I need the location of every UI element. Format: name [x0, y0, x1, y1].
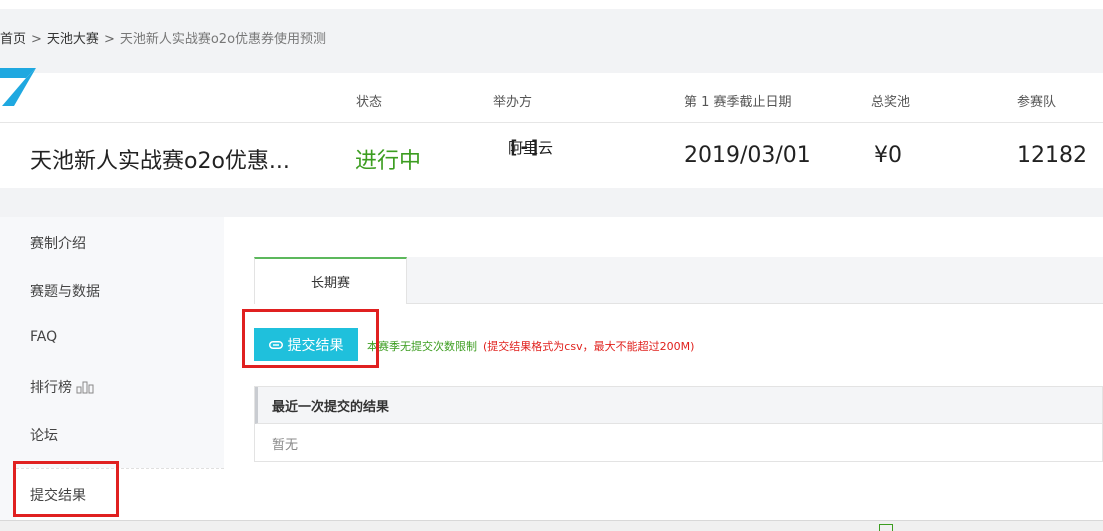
sidebar-item-label: 论坛 [30, 428, 58, 444]
competition-info-panel: 状态 举办方 第 1 赛季截止日期 总奖池 参赛队 天池新人实战赛o2o优惠..… [0, 73, 1103, 188]
sidebar-item-data[interactable]: 赛题与数据 [30, 281, 100, 301]
prize-value: ¥0 [874, 143, 902, 168]
info-header-row: 状态 举办方 第 1 赛季截止日期 总奖池 参赛队 [0, 73, 1103, 123]
status-icon [879, 524, 893, 531]
latest-result-header: 最近一次提交的结果 [255, 387, 1102, 424]
submit-format-note: (提交结果格式为csv，最大不能超过200M) [483, 340, 695, 353]
tab-long-term[interactable]: 长期赛 [254, 257, 407, 304]
status-value: 进行中 [355, 149, 422, 174]
breadcrumb-separator: > [103, 32, 115, 47]
breadcrumb-current: 天池新人实战赛o2o优惠券使用预测 [119, 32, 327, 47]
teams-header: 参赛队 [1017, 95, 1057, 110]
highlight-box-sidebar-submit [13, 461, 119, 517]
latest-result-panel: 最近一次提交的结果 暂无 [254, 386, 1103, 462]
sidebar-item-label: 赛制介绍 [30, 236, 86, 252]
sidebar-item-forum[interactable]: 论坛 [30, 425, 58, 445]
sidebar-item-faq[interactable]: FAQ [30, 329, 57, 345]
submit-limit-note: 本赛季无提交次数限制 [367, 340, 477, 353]
breadcrumb-separator: > [31, 32, 42, 47]
latest-result-value: 暂无 [272, 437, 299, 453]
highlight-box-submit-button [242, 309, 379, 368]
deadline-value: 2019/03/01 [684, 143, 811, 168]
organizer-name: 阿里云 [508, 138, 554, 157]
main-content: 长期赛 提交结果 本赛季无提交次数限制 (提交结果格式为csv，最大不能超过200… [224, 217, 1103, 520]
bottom-strip [0, 520, 1103, 531]
submit-note: 本赛季无提交次数限制 (提交结果格式为csv，最大不能超过200M) [367, 338, 694, 354]
bar-chart-icon [76, 381, 94, 394]
teams-value: 12182 [1017, 143, 1087, 168]
tab-bar: 长期赛 [254, 257, 1103, 304]
sidebar-item-leaderboard[interactable]: 排行榜 [30, 377, 94, 397]
top-strip [0, 0, 1103, 9]
deadline-header: 第 1 赛季截止日期 [684, 95, 792, 110]
tianchi-logo-icon [0, 68, 36, 106]
sidebar-item-rules[interactable]: 赛制介绍 [30, 233, 86, 253]
prize-header: 总奖池 [871, 95, 911, 110]
breadcrumb-category[interactable]: 天池大赛 [47, 32, 99, 47]
sidebar-item-label: 赛题与数据 [30, 284, 100, 300]
breadcrumb: 首页 > 天池大赛 > 天池新人实战赛o2o优惠券使用预测 [0, 28, 326, 47]
status-header: 状态 [356, 95, 383, 110]
breadcrumb-home[interactable]: 首页 [0, 32, 26, 47]
sidebar-item-label: 排行榜 [30, 380, 72, 396]
sidebar-item-label: FAQ [30, 329, 58, 345]
competition-title: 天池新人实战赛o2o优惠... [30, 149, 290, 174]
organizer-header: 举办方 [493, 95, 533, 110]
